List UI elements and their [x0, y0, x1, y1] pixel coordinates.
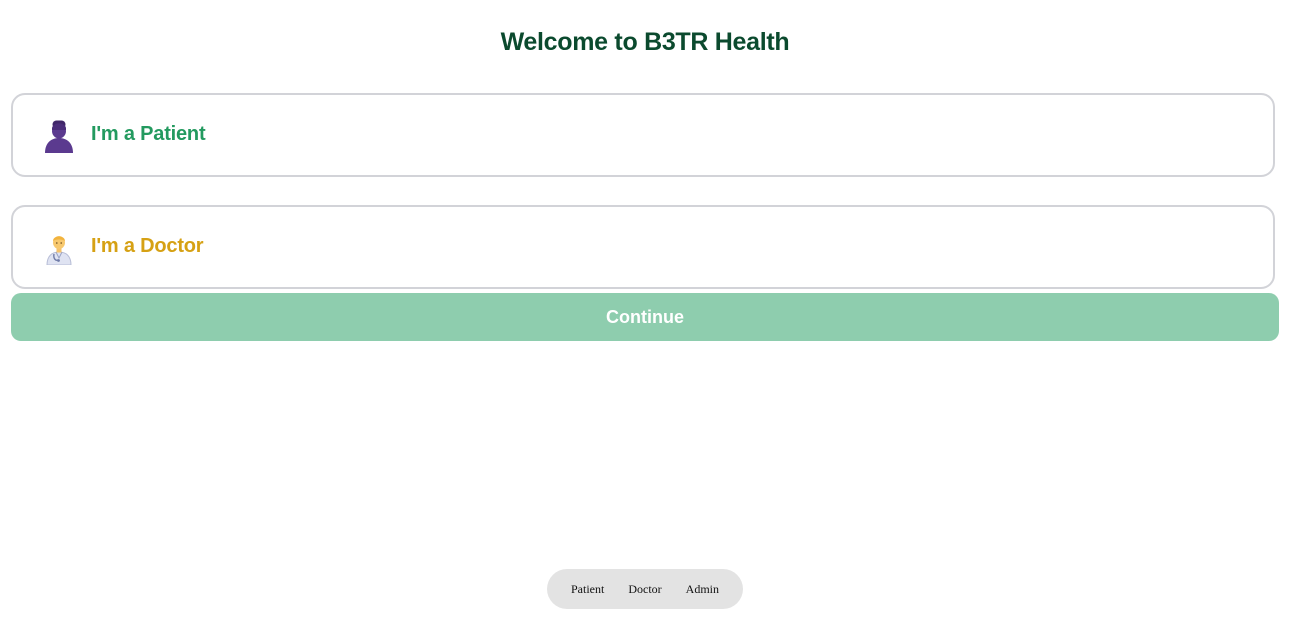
health-worker-icon: [43, 231, 75, 266]
nav-item-patient[interactable]: Patient: [559, 582, 616, 597]
doctor-role-label: I'm a Doctor: [91, 235, 204, 257]
continue-button[interactable]: Continue: [11, 293, 1279, 341]
page-title: Welcome to B3TR Health: [500, 28, 790, 56]
patient-role-label: I'm a Patient: [91, 123, 206, 145]
person-silhouette-icon: [43, 119, 75, 153]
nav-item-admin[interactable]: Admin: [674, 582, 731, 597]
doctor-role-option[interactable]: I'm a Doctor: [11, 205, 1275, 289]
nav-item-doctor[interactable]: Doctor: [616, 582, 673, 597]
patient-role-option[interactable]: I'm a Patient: [11, 93, 1275, 177]
bottom-nav: Patient Doctor Admin: [547, 569, 743, 609]
